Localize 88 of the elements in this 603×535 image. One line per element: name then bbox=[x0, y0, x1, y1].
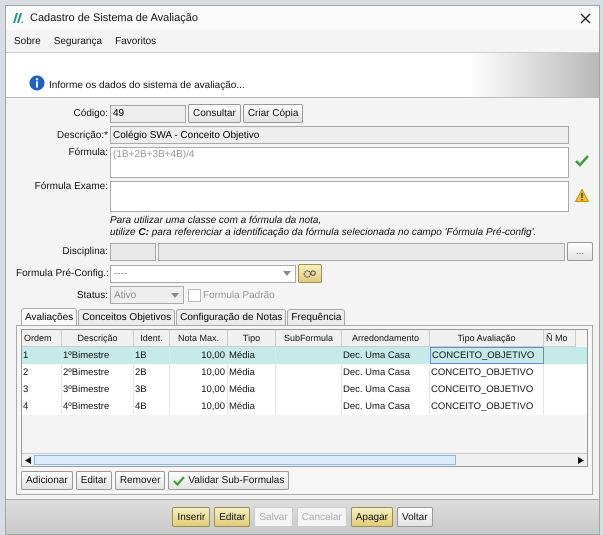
gear-icon bbox=[303, 268, 317, 280]
codigo-field[interactable]: 49 bbox=[110, 104, 186, 122]
table-cell: CONCEITO_OBJETIVO bbox=[431, 384, 534, 395]
right-arrow-icon[interactable] bbox=[578, 456, 584, 464]
field-label: Fórmula Exame: bbox=[34, 181, 108, 192]
disciplina-name-field[interactable] bbox=[158, 242, 565, 260]
table-cell: 10,00 bbox=[201, 401, 225, 412]
form-button[interactable]: Consultar bbox=[188, 104, 241, 123]
column-header[interactable]: Nota Max. bbox=[170, 330, 228, 347]
caret-icon bbox=[283, 271, 291, 276]
table-row[interactable]: 2 2ºBimestre 2B 10,00 Média Dec. Uma Casa CONCEITO_OBJETIVO bbox=[22, 364, 587, 381]
table-cell: 1B bbox=[135, 350, 147, 361]
field-label: Fórmula: bbox=[68, 147, 108, 158]
table-cell: CONCEITO_OBJETIVO bbox=[431, 367, 534, 378]
column-header[interactable]: Arredondamento bbox=[342, 330, 430, 347]
footer-button[interactable]: Editar bbox=[214, 507, 250, 527]
info-icon bbox=[29, 75, 45, 91]
menu-item[interactable]: Segurança bbox=[54, 36, 102, 46]
descricao-field[interactable]: Colégio SWA - Conceito Objetivo bbox=[110, 126, 569, 144]
table-row[interactable]: 1 1ºBimestre 1B 10,00 Média Dec. Uma Casa CONCEITO_OBJETIVO bbox=[22, 347, 587, 364]
tab[interactable]: Frequência bbox=[287, 309, 346, 325]
footer-button[interactable]: Voltar bbox=[396, 507, 433, 527]
field-label: Disciplina: bbox=[61, 246, 108, 257]
table-row[interactable]: 3 3ºBimestre 3B 10,00 Média Dec. Uma Casa CONCEITO_OBJETIVO bbox=[22, 381, 587, 398]
column-header[interactable]: Tipo Avaliação bbox=[430, 330, 544, 347]
table-cell: Média bbox=[229, 367, 255, 378]
window-title: Cadastro de Sistema de Avaliação bbox=[30, 12, 198, 24]
column-header[interactable]: SubFormula bbox=[276, 330, 342, 347]
check-icon bbox=[173, 476, 186, 486]
table-cell: 4ºBimestre bbox=[63, 401, 110, 412]
table-cell: Dec. Uma Casa bbox=[343, 367, 410, 378]
table-cell: 1 bbox=[23, 350, 28, 361]
table-cell: 2 bbox=[23, 367, 28, 378]
tab[interactable]: Configuração de Notas bbox=[176, 309, 286, 325]
table-cell: Dec. Uma Casa bbox=[343, 384, 410, 395]
checkbox-label: Formula Padrão bbox=[203, 290, 275, 300]
table-cell: 10,00 bbox=[201, 350, 225, 361]
table-action-button[interactable]: Validar Sub-Formulas bbox=[168, 471, 290, 490]
formula-preconfig-select[interactable]: ---- bbox=[110, 264, 296, 282]
close-icon[interactable] bbox=[580, 12, 591, 24]
table-cell: Dec. Uma Casa bbox=[343, 350, 410, 361]
browse-button[interactable]: ... bbox=[567, 242, 593, 261]
formula-exame-field[interactable] bbox=[110, 181, 569, 212]
table-cell: Média bbox=[229, 401, 255, 412]
field-label: Formula Pré-Config.: bbox=[16, 268, 108, 279]
table-cell: 3 bbox=[23, 384, 28, 395]
table-cell: Média bbox=[229, 384, 255, 395]
table-cell: 1ºBimestre bbox=[63, 350, 110, 361]
form-button[interactable]: Criar Cópia bbox=[242, 104, 304, 123]
column-header[interactable]: Ordem bbox=[22, 330, 62, 347]
info-message: Informe os dados do sistema de avaliação... bbox=[49, 80, 245, 91]
table-action-button[interactable]: Remover bbox=[114, 471, 166, 490]
table-action-button[interactable]: Adicionar bbox=[21, 471, 73, 490]
table-cell: CONCEITO_OBJETIVO bbox=[431, 401, 534, 412]
footer-button[interactable]: Inserir bbox=[172, 507, 210, 527]
field-label: Status: bbox=[76, 290, 108, 300]
caret-icon bbox=[171, 292, 179, 298]
horizontal-scrollbar[interactable] bbox=[22, 453, 587, 466]
table-cell: 4 bbox=[23, 401, 28, 412]
menu-item[interactable]: Sobre bbox=[14, 36, 41, 46]
hint-text: utilize C: para referenciar a identificação da fórmula selecionada no campo 'Fórmula Pré-config'. bbox=[110, 227, 538, 239]
table-cell: Média bbox=[229, 350, 255, 361]
left-arrow-icon[interactable] bbox=[25, 456, 31, 464]
app-logo-icon bbox=[12, 12, 24, 24]
tab[interactable]: Conceitos Objetivos bbox=[78, 309, 176, 325]
table-cell: CONCEITO_OBJETIVO bbox=[432, 350, 534, 361]
table-action-button[interactable]: Editar bbox=[76, 471, 112, 490]
table-cell: 2B bbox=[135, 367, 147, 378]
column-header[interactable]: Tipo bbox=[228, 330, 276, 347]
table-cell: Dec. Uma Casa bbox=[343, 401, 410, 412]
table-cell: 2ºBimestre bbox=[63, 367, 110, 378]
tab[interactable]: Avaliações bbox=[21, 308, 78, 325]
table-cell: 4B bbox=[135, 401, 147, 412]
table-cell: 10,00 bbox=[201, 367, 225, 378]
column-header[interactable]: Descrição bbox=[62, 330, 134, 347]
disciplina-code-field[interactable] bbox=[110, 242, 156, 260]
column-header[interactable]: Ident. bbox=[134, 330, 170, 347]
table-cell: 10,00 bbox=[201, 384, 225, 395]
menu-item[interactable]: Favoritos bbox=[115, 36, 156, 46]
table-cell: 3B bbox=[135, 384, 147, 395]
column-header[interactable]: Ñ Mo bbox=[544, 330, 576, 347]
gears-button[interactable] bbox=[298, 264, 322, 283]
field-label: Descrição:* bbox=[56, 130, 108, 140]
hint-text: Para utilizar uma classe com a fórmula da nota, bbox=[110, 215, 322, 227]
footer-button[interactable]: Apagar bbox=[350, 507, 393, 527]
table-row[interactable]: 4 4ºBimestre 4B 10,00 Média Dec. Uma Casa CONCEITO_OBJETIVO bbox=[22, 398, 587, 415]
table-cell: 3ºBimestre bbox=[63, 384, 110, 395]
field-label: Código: bbox=[72, 108, 108, 119]
